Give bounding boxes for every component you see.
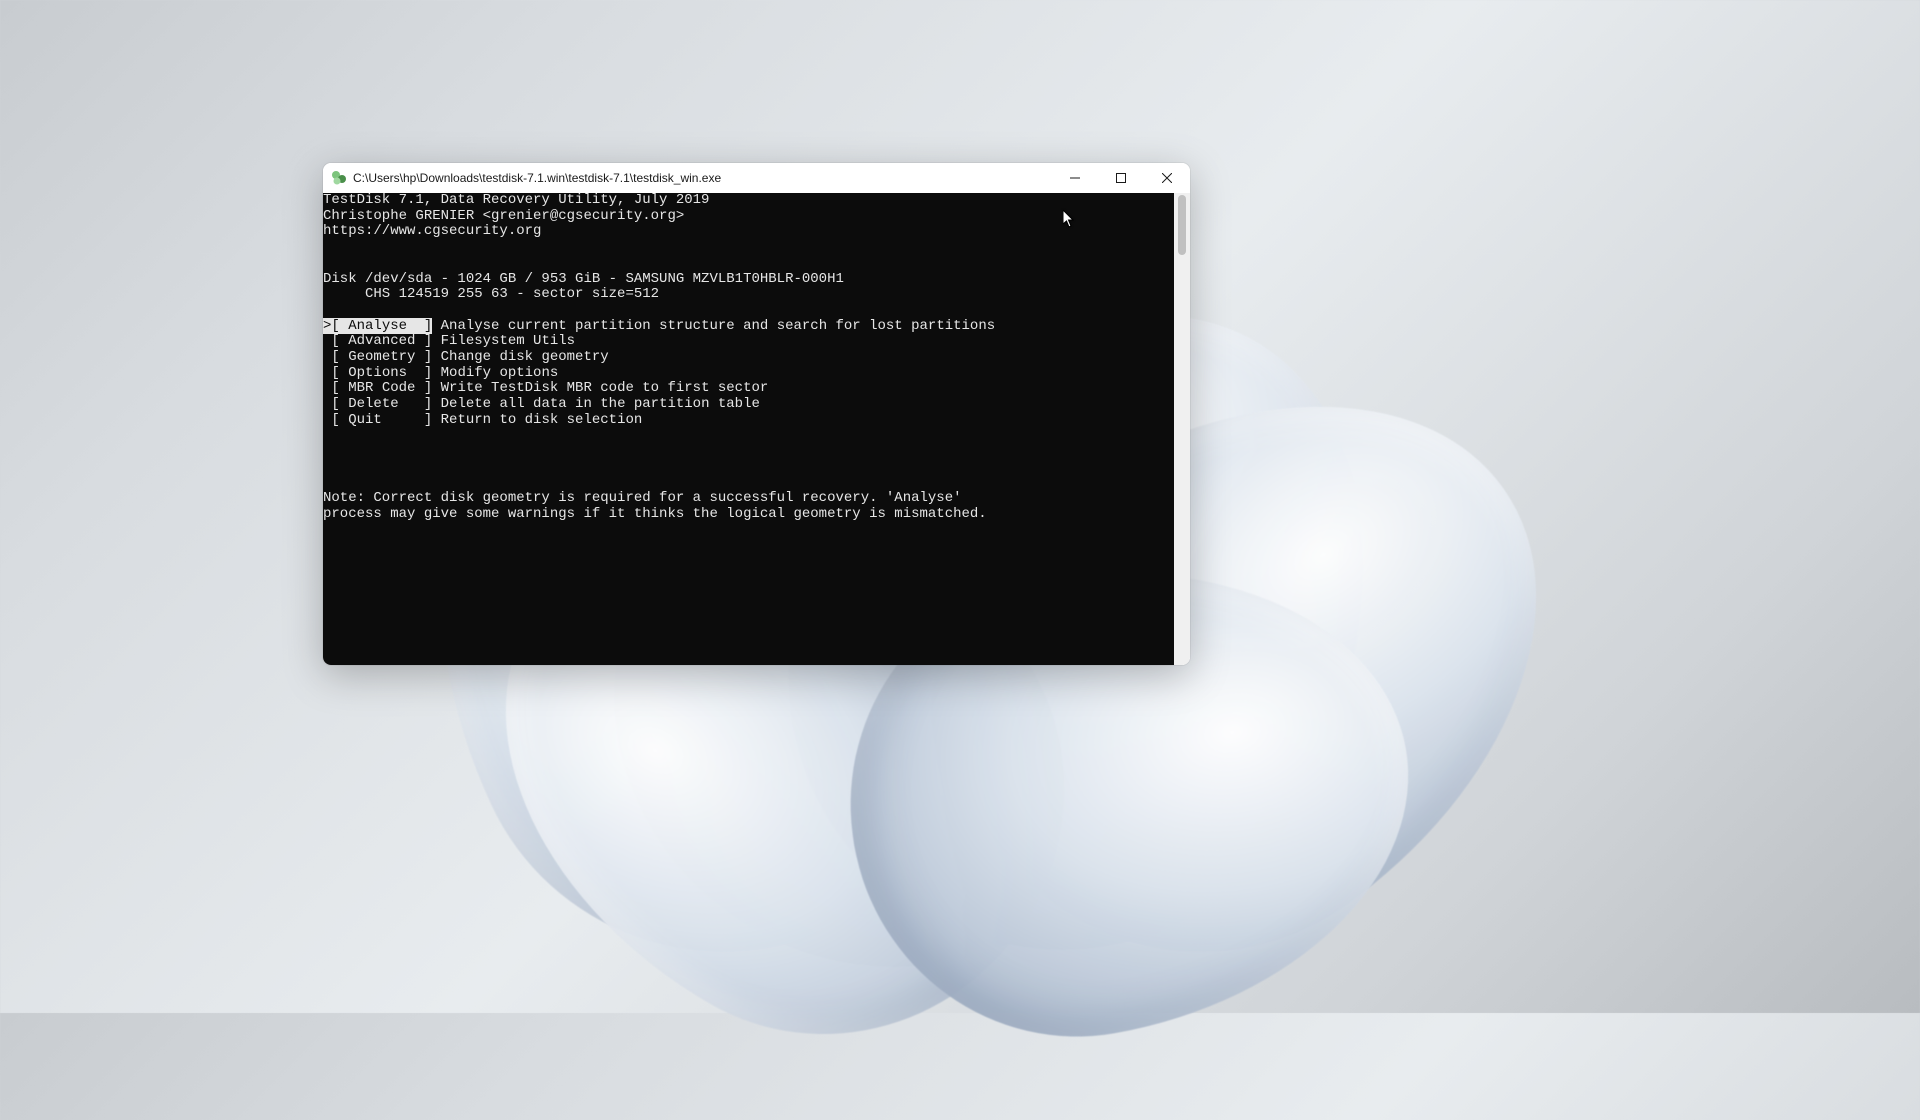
close-button[interactable] [1144,163,1190,193]
header-line-3: https://www.cgsecurity.org [323,223,541,239]
titlebar[interactable]: C:\Users\hp\Downloads\testdisk-7.1.win\t… [323,163,1190,193]
note-line-1: Note: Correct disk geometry is required … [323,490,962,506]
disk-info-line-1: Disk /dev/sda - 1024 GB / 953 GiB - SAMS… [323,271,844,287]
menu-item-analyse[interactable]: >[ Analyse ] Analyse current partition s… [323,319,1174,335]
menu-item-options[interactable]: [ Options ] Modify options [323,366,1174,382]
header-line-1: TestDisk 7.1, Data Recovery Utility, Jul… [323,193,709,208]
menu-item-geometry[interactable]: [ Geometry ] Change disk geometry [323,350,1174,366]
minimize-button[interactable] [1052,163,1098,193]
header-line-2: Christophe GRENIER <grenier@cgsecurity.o… [323,208,684,224]
terminal-output[interactable]: TestDisk 7.1, Data Recovery Utility, Jul… [323,193,1174,665]
menu-item-quit[interactable]: [ Quit ] Return to disk selection [323,413,1174,429]
app-icon [331,170,347,186]
maximize-button[interactable] [1098,163,1144,193]
console-window: C:\Users\hp\Downloads\testdisk-7.1.win\t… [323,163,1190,665]
window-title: C:\Users\hp\Downloads\testdisk-7.1.win\t… [353,171,721,185]
menu-item-mbr-code[interactable]: [ MBR Code ] Write TestDisk MBR code to … [323,381,1174,397]
scrollbar[interactable] [1174,193,1190,665]
scrollbar-thumb[interactable] [1178,195,1186,255]
disk-info-line-2: CHS 124519 255 63 - sector size=512 [323,286,659,302]
menu-item-delete[interactable]: [ Delete ] Delete all data in the partit… [323,397,1174,413]
note-line-2: process may give some warnings if it thi… [323,506,987,522]
menu-item-advanced[interactable]: [ Advanced ] Filesystem Utils [323,334,1174,350]
